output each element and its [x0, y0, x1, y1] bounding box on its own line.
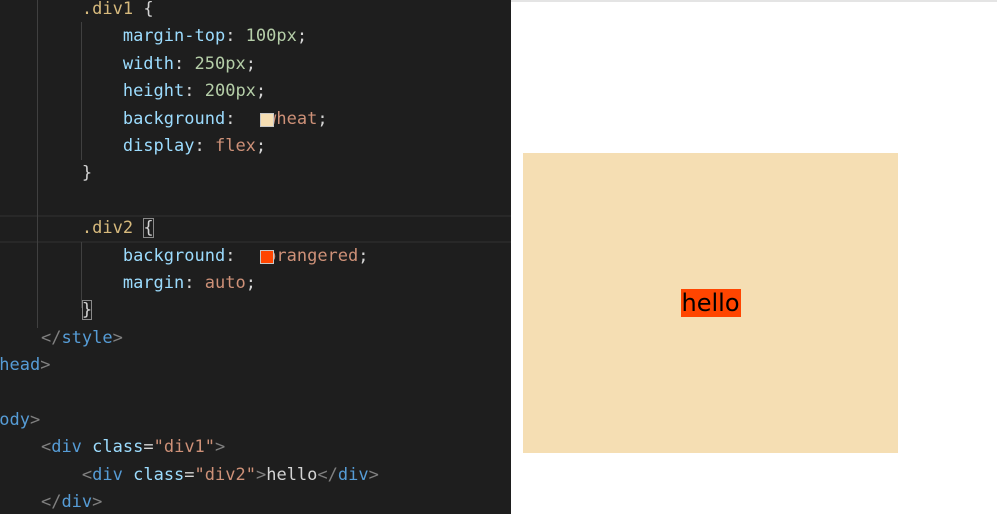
matched-brace: } [81, 300, 93, 321]
code-line[interactable]: margin-top: 100px; [0, 23, 307, 50]
code-token: 200px [204, 81, 256, 102]
code-token: ; [255, 136, 267, 156]
code-line[interactable]: </style> [0, 325, 123, 352]
code-token: </ [40, 327, 62, 348]
code-line[interactable]: .div1 { [0, 0, 154, 23]
code-token: .div1 [81, 0, 134, 19]
code-token: div [61, 492, 93, 513]
code-token: { [133, 0, 154, 19]
code-line[interactable]: display: flex; [0, 133, 266, 160]
code-line[interactable]: body> [0, 407, 40, 434]
code-line[interactable]: } [0, 297, 93, 324]
code-token: width [122, 53, 175, 74]
code-token: hello [266, 464, 318, 485]
code-token: : [184, 81, 205, 102]
code-token: > [215, 437, 226, 458]
code-token: > [368, 464, 379, 485]
code-line[interactable]: <div class="div2">hello</div> [0, 462, 379, 489]
code-token: height [122, 81, 185, 102]
code-token: > [112, 327, 123, 348]
code-line[interactable]: } [0, 160, 92, 187]
code-line[interactable]: width: 250px; [0, 51, 256, 78]
code-token: class [133, 464, 185, 485]
code-token: background [122, 245, 226, 266]
color-swatch-icon[interactable] [260, 249, 274, 264]
code-token: </ [40, 492, 62, 513]
color-swatch-icon[interactable] [260, 112, 274, 127]
code-token: flex [214, 136, 256, 156]
div2-hello-box: hello [680, 289, 741, 317]
code-token: < [81, 464, 93, 485]
code-token: ; [245, 53, 256, 74]
code-line[interactable]: height: 200px; [0, 78, 266, 105]
code-token: div [92, 464, 123, 485]
browser-preview-pane: hello [511, 0, 997, 514]
split-view: .div1 { margin-top: 100px; width: 250px;… [0, 0, 997, 514]
code-line[interactable]: background: orangered; [0, 243, 369, 270]
code-token: > [29, 410, 41, 430]
code-token: margin [122, 273, 185, 293]
code-token: : [174, 53, 195, 74]
code-line[interactable]: /head> [0, 352, 50, 379]
code-line[interactable]: background: wheat; [0, 106, 328, 133]
code-token: orangered [266, 245, 359, 266]
code-token: > [255, 464, 267, 485]
code-token: div [51, 437, 82, 458]
code-token: div [337, 464, 369, 485]
code-token: body [0, 410, 30, 430]
code-token: > [92, 492, 103, 513]
code-token: margin-top [122, 26, 226, 47]
code-token: ; [317, 108, 328, 129]
code-token: auto [204, 273, 246, 293]
code-token: = [143, 437, 154, 458]
code-token: ; [245, 273, 256, 293]
code-token: 100px [245, 26, 297, 47]
code-token: 250px [194, 53, 246, 74]
code-token: ; [296, 26, 308, 47]
code-line[interactable]: margin: auto; [0, 270, 256, 297]
code-token: : [225, 26, 246, 47]
code-token: style [61, 327, 113, 348]
code-token: display [122, 136, 195, 156]
code-token: ; [255, 81, 267, 102]
code-token: > [40, 355, 51, 376]
code-token: : [184, 273, 205, 293]
code-token: class [92, 437, 144, 458]
matched-brace: { [143, 218, 154, 239]
code-token: "div1" [153, 437, 216, 458]
code-editor-pane[interactable]: .div1 { margin-top: 100px; width: 250px;… [0, 0, 511, 514]
code-token: = [184, 464, 195, 485]
code-token: </ [317, 464, 338, 485]
code-line[interactable]: .div2 { [0, 215, 154, 242]
code-line[interactable]: </div> [0, 489, 102, 514]
code-token: } [81, 163, 93, 184]
div1-box: hello [523, 153, 898, 453]
code-token: "div2" [194, 464, 256, 485]
code-token: ; [358, 245, 369, 266]
code-token: < [40, 437, 52, 458]
code-token: : [194, 136, 215, 156]
code-token: background [122, 108, 226, 129]
code-token: head [0, 355, 41, 376]
code-token: .div2 [81, 218, 134, 239]
code-line[interactable]: <div class="div1"> [0, 434, 225, 461]
